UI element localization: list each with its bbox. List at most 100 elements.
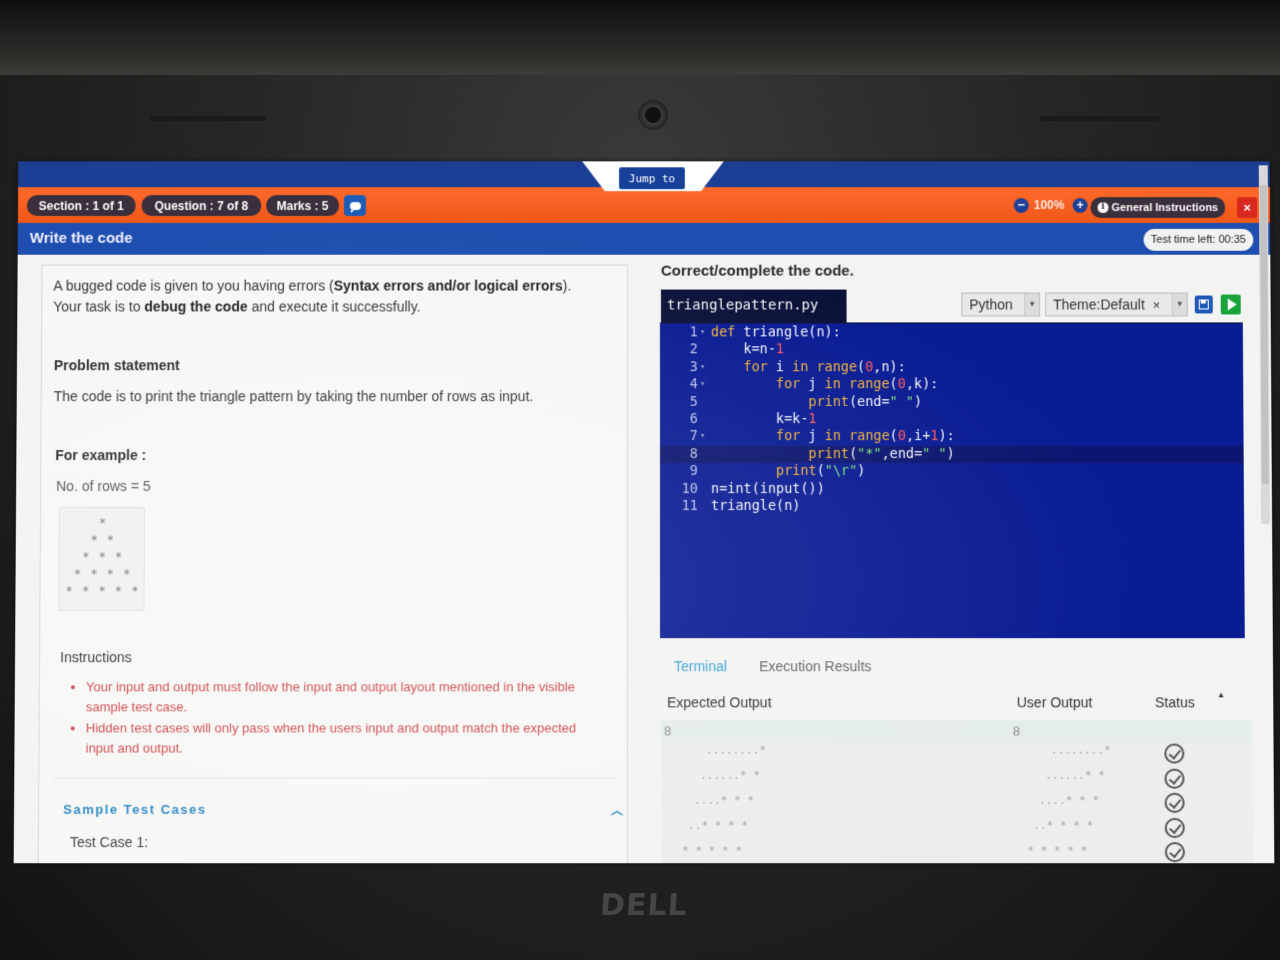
- code-line[interactable]: 2 k=n-1: [660, 342, 1243, 359]
- expected-output-header: Expected Output: [667, 694, 772, 711]
- jump-to-button[interactable]: Jump to: [619, 167, 685, 190]
- instruction-item: Your input and output must follow the in…: [86, 677, 607, 717]
- check-circle-icon: [1164, 743, 1185, 764]
- chat-button[interactable]: [343, 195, 366, 216]
- code-text: k=n-1: [743, 341, 784, 358]
- general-instructions-button[interactable]: i General Instructions: [1090, 197, 1226, 218]
- code-line[interactable]: 6 k=k-1: [660, 411, 1243, 428]
- language-select[interactable]: Python ▼: [961, 292, 1041, 317]
- line-number: 7: [689, 428, 698, 445]
- code-text: print(end=" "): [808, 393, 923, 410]
- code-line[interactable]: 9 print("\r"): [660, 463, 1244, 480]
- code-text: print("*",end=" "): [808, 445, 955, 462]
- close-button[interactable]: ×: [1237, 197, 1258, 218]
- webcam-icon: [638, 100, 668, 130]
- instructions-list: Your input and output must follow the in…: [86, 677, 607, 759]
- check-circle-icon: [1164, 792, 1185, 813]
- code-text: def triangle(n):: [710, 324, 841, 341]
- intro-line-2: Your task is to debug the code and execu…: [53, 298, 421, 315]
- expected-pattern-row: ....* * *: [694, 793, 754, 807]
- theme-select[interactable]: Theme:Default × ▼: [1045, 292, 1188, 317]
- chevron-down-icon: ▼: [1171, 293, 1187, 316]
- fold-icon[interactable]: ▾: [700, 324, 705, 341]
- bezel-vent-right: [1040, 116, 1160, 121]
- save-icon: [1198, 299, 1209, 310]
- code-text: print("\r"): [775, 463, 866, 480]
- theme-clear-icon[interactable]: ×: [1153, 297, 1161, 312]
- exam-screen: Jump to Section : 1 of 1 Question : 7 of…: [13, 161, 1275, 864]
- line-number: 9: [689, 463, 698, 480]
- fold-icon[interactable]: ▾: [700, 359, 705, 376]
- zoom-in-button[interactable]: +: [1072, 197, 1088, 213]
- editor-top-border: [659, 322, 1243, 324]
- user-pattern-row: ..* * * *: [1033, 818, 1094, 833]
- pattern-row: * * *: [82, 550, 124, 565]
- zoom-level: 100%: [1033, 198, 1065, 213]
- check-circle-icon: [1164, 842, 1185, 863]
- test-timer: Test time left: 00:35: [1143, 228, 1254, 251]
- code-line[interactable]: 8 print("*",end=" "): [659, 445, 1244, 464]
- line-number: 2: [689, 341, 698, 358]
- code-line[interactable]: 1 ▾ def triangle(n):: [660, 324, 1243, 341]
- line-number: 6: [689, 411, 698, 428]
- user-pattern-row: * * * * *: [1027, 844, 1088, 858]
- code-line[interactable]: 4 ▾ for j in range(0,k):: [660, 376, 1243, 393]
- user-output-header: User Output: [1016, 694, 1093, 711]
- code-text: for i in range(0,n):: [743, 359, 906, 376]
- marks-indicator: Marks : 5: [266, 195, 340, 216]
- expected-output-value: 8: [664, 723, 672, 739]
- code-line[interactable]: 5 print(end=" "): [660, 394, 1243, 411]
- bezel-top-shadow: [0, 0, 1280, 75]
- line-number: 10: [681, 480, 698, 497]
- page-title: Write the code: [29, 229, 133, 247]
- status-header: Status: [1154, 694, 1195, 711]
- code-text: n=int(input()): [710, 480, 825, 497]
- theme-value: Theme:Default: [1053, 296, 1145, 313]
- tab-terminal[interactable]: Terminal: [674, 658, 727, 674]
- code-text: triangle(n): [710, 498, 801, 514]
- example-pattern: * * * * * * * * * * * * * * *: [58, 507, 146, 612]
- question-indicator[interactable]: Question : 7 of 8: [141, 195, 262, 216]
- line-number: 4: [689, 376, 698, 393]
- chevron-up-icon[interactable]: ︿: [611, 802, 625, 818]
- scroll-up-icon[interactable]: ▲: [1217, 690, 1225, 699]
- line-number: 5: [689, 393, 698, 410]
- bezel-vent-left: [150, 116, 266, 121]
- save-button[interactable]: [1194, 295, 1213, 314]
- info-icon: i: [1097, 202, 1109, 213]
- question-intro: A bugged code is given to you having err…: [53, 276, 612, 318]
- fold-icon[interactable]: ▾: [700, 428, 705, 445]
- user-output-value: 8: [1012, 723, 1021, 739]
- code-editor[interactable]: 1 ▾ def triangle(n): 2 k=n-1 3 ▾ for i in ran…: [659, 322, 1245, 639]
- scrollbar-thumb[interactable]: [1259, 185, 1269, 485]
- general-instructions-label: General Instructions: [1111, 201, 1219, 214]
- pattern-row: *: [98, 515, 108, 530]
- title-bar: Write the code Test time left: 00:35: [17, 222, 1271, 255]
- expected-pattern-row: ......* *: [700, 768, 760, 782]
- instruction-item: Hidden test cases will only pass when th…: [86, 718, 607, 758]
- editor-heading: Correct/complete the code.: [660, 262, 854, 280]
- file-tab[interactable]: trianglepattern.py: [660, 289, 847, 323]
- rows-text: No. of rows = 5: [56, 478, 151, 495]
- fold-icon[interactable]: ▾: [700, 376, 705, 393]
- line-number: 11: [681, 498, 699, 514]
- code-text: for j in range(0,i+1):: [775, 428, 955, 445]
- play-icon: [1227, 298, 1237, 311]
- code-line[interactable]: 3 ▾ for i in range(0,n):: [660, 359, 1243, 376]
- code-text: k=k-1: [775, 411, 817, 428]
- check-circle-icon: [1164, 768, 1185, 789]
- code-line[interactable]: 10 n=int(input()): [660, 481, 1244, 498]
- question-panel: A bugged code is given to you having err…: [37, 264, 629, 864]
- code-line[interactable]: 11 triangle(n): [660, 498, 1244, 515]
- line-number: 8: [689, 445, 698, 462]
- language-value: Python: [969, 296, 1013, 313]
- zoom-out-button[interactable]: −: [1013, 197, 1029, 213]
- instructions-heading: Instructions: [60, 649, 132, 666]
- sample-test-cases-label[interactable]: Sample Test Cases: [63, 802, 207, 817]
- check-circle-icon: [1164, 817, 1185, 838]
- code-line[interactable]: 7 ▾ for j in range(0,i+1):: [660, 428, 1244, 445]
- intro-line-1: A bugged code is given to you having err…: [53, 277, 572, 294]
- tab-execution-results[interactable]: Execution Results: [759, 658, 871, 674]
- run-button[interactable]: [1220, 294, 1241, 315]
- user-pattern-row: ......* *: [1045, 768, 1105, 782]
